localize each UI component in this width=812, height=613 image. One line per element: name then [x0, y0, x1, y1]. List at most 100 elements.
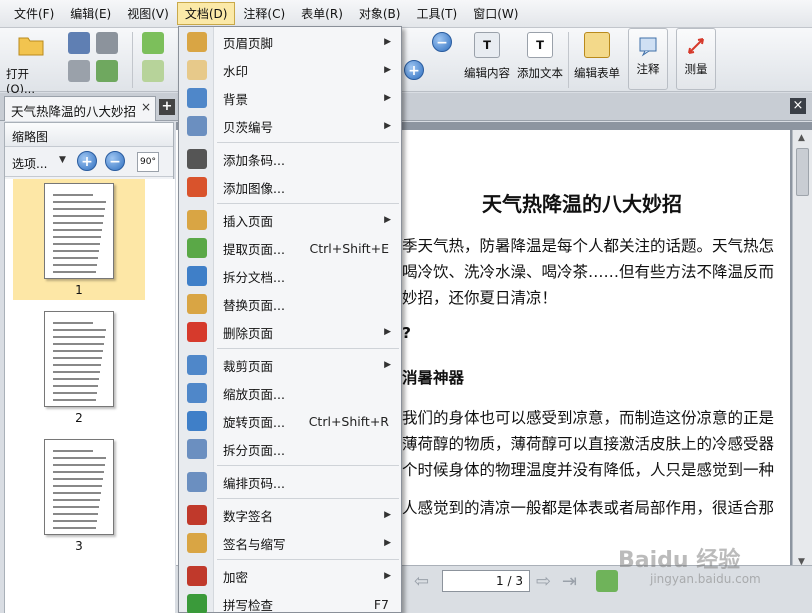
zoom-in-icon[interactable]: + — [404, 60, 424, 80]
document-text-line: 喝冷饮、洗冷水澡、喝冷茶……但有些方法不降温反而 — [402, 263, 775, 281]
menu-item[interactable]: 编排页码... — [179, 469, 403, 495]
barcode-icon — [187, 149, 207, 169]
open-button[interactable]: 打开(O)... — [6, 32, 56, 96]
menu-item[interactable]: 数字签名 ▶ — [179, 502, 403, 528]
document-text-line: 个时候身体的物理温度并没有降低，人只是感觉到一种 — [402, 461, 775, 479]
last-page-icon[interactable]: ⇥ — [562, 571, 577, 592]
menu-item[interactable]: 拼写检查 F7 — [179, 591, 403, 613]
menu-item[interactable]: 背景 ▶ — [179, 85, 403, 111]
back-icon[interactable] — [142, 32, 164, 54]
menu-item[interactable]: 拆分页面... — [179, 436, 403, 462]
sign-initial-icon — [187, 533, 207, 553]
add-text-button[interactable]: T 添加文本 — [515, 32, 565, 81]
scale-page-icon — [187, 383, 207, 403]
menu-3[interactable]: 文档(D) — [176, 2, 236, 25]
enlarge-thumbnail-icon[interactable]: + — [77, 151, 97, 171]
chevron-down-icon[interactable]: ▼ — [59, 155, 66, 165]
menu-item[interactable]: 添加条码... — [179, 146, 403, 172]
thumbnail-item[interactable]: 2 — [13, 307, 145, 428]
menu-item[interactable]: 缩放页面... — [179, 380, 403, 406]
menu-item[interactable]: 拆分文档... — [179, 263, 403, 289]
next-page-icon[interactable]: ⇨ — [536, 571, 551, 592]
menu-item[interactable]: 删除页面 ▶ — [179, 319, 403, 345]
menu-item-label: 背景 — [223, 91, 249, 107]
previous-page-icon[interactable]: ⇦ — [414, 571, 429, 592]
thumbnail-item[interactable]: 1 — [13, 179, 145, 300]
menu-8[interactable]: 窗口(W) — [465, 2, 526, 25]
thumbnail-panel: 缩略图 选项... ▼ + − 90° 1 2 3 — [4, 122, 175, 613]
thumbnail-list: 1 2 3 — [5, 179, 175, 613]
close-tab-icon[interactable]: × — [141, 100, 151, 114]
watermark-url: jingyan.baidu.com — [650, 572, 761, 586]
thumbnail-text-line — [53, 527, 96, 529]
menu-0[interactable]: 文件(F) — [6, 2, 62, 25]
menu-2[interactable]: 视图(V) — [119, 2, 177, 25]
vertical-scrollbar[interactable]: ▲ ▼ — [792, 130, 812, 570]
edit-form-icon — [584, 32, 610, 58]
menu-item-label: 旋转页面... — [223, 414, 285, 430]
menu-1[interactable]: 编辑(E) — [62, 2, 119, 25]
edit-form-button[interactable]: 编辑表单 — [572, 32, 622, 81]
shrink-thumbnail-icon[interactable]: − — [105, 151, 125, 171]
submenu-arrow-icon: ▶ — [384, 215, 391, 225]
menu-item-label: 删除页面 — [223, 325, 274, 341]
thumbnail-text-line — [53, 350, 103, 352]
scroll-up-icon[interactable]: ▲ — [798, 133, 805, 143]
page-number-field[interactable]: 1 / 3 — [442, 570, 530, 592]
thumbnail-text-line — [53, 485, 102, 487]
go-back-icon[interactable] — [596, 570, 618, 592]
save-icon[interactable] — [68, 32, 90, 54]
replace-page-icon — [187, 294, 207, 314]
edit-content-button[interactable]: T 编辑内容 — [462, 32, 512, 81]
menu-item-label: 贝茨编号 — [223, 119, 274, 135]
menu-separator — [217, 465, 399, 466]
submenu-arrow-icon: ▶ — [384, 571, 391, 581]
rotate-icon[interactable]: 90° — [137, 152, 159, 172]
menu-item[interactable]: 替换页面... — [179, 291, 403, 317]
menu-6[interactable]: 对象(B) — [351, 2, 409, 25]
thumbnail-text-line — [53, 492, 101, 494]
email-icon[interactable] — [96, 60, 118, 82]
menu-separator — [217, 142, 399, 143]
split-document-icon — [187, 266, 207, 286]
new-tab-icon[interactable]: + — [159, 99, 175, 115]
thumbnail-text-line — [53, 392, 97, 394]
menu-5[interactable]: 表单(R) — [293, 2, 351, 25]
document-tab[interactable]: 天气热降温的八大妙招 × — [4, 96, 156, 121]
menu-item[interactable]: 裁剪页面 ▶ — [179, 352, 403, 378]
scroll-thumb[interactable] — [796, 148, 809, 196]
options-dropdown[interactable]: 选项... — [12, 155, 47, 172]
menu-item[interactable]: 插入页面 ▶ — [179, 207, 403, 233]
menu-7[interactable]: 工具(T) — [408, 2, 465, 25]
forward-icon[interactable] — [142, 60, 164, 82]
menu-item[interactable]: 加密 ▶ — [179, 563, 403, 589]
menu-item[interactable]: 旋转页面... Ctrl+Shift+R — [179, 408, 403, 434]
menu-item[interactable]: 贝茨编号 ▶ — [179, 113, 403, 139]
background-icon — [187, 88, 207, 108]
menu-4[interactable]: 注释(C) — [235, 2, 293, 25]
menu-item[interactable]: 页眉页脚 ▶ — [179, 29, 403, 55]
submenu-arrow-icon: ▶ — [384, 510, 391, 520]
menu-item-label: 数字签名 — [223, 508, 274, 524]
thumbnail-text-line — [53, 478, 103, 480]
comment-button[interactable]: 注释 — [628, 28, 668, 90]
menu-item[interactable]: 提取页面... Ctrl+Shift+E — [179, 235, 403, 261]
close-document-icon[interactable]: × — [790, 98, 806, 114]
print-icon[interactable] — [68, 60, 90, 82]
insert-page-icon — [187, 210, 207, 230]
thumbnail-text-line — [53, 201, 106, 203]
document-text-line: 季天气热，防暑降温是每个人都关注的话题。天气热怎 — [402, 237, 775, 255]
menu-item[interactable]: 添加图像... — [179, 174, 403, 200]
menu-item[interactable]: 签名与缩写 ▶ — [179, 530, 403, 556]
menu-separator — [217, 498, 399, 499]
folder-icon — [18, 32, 44, 58]
measure-button[interactable]: 测量 — [676, 28, 716, 90]
scanner-icon[interactable] — [96, 32, 118, 54]
add-text-icon: T — [527, 32, 553, 58]
zoom-out-icon[interactable]: − — [432, 32, 452, 52]
thumbnail-text-line — [53, 229, 102, 231]
thumbnail-text-line — [53, 264, 97, 266]
thumbnail-text-line — [53, 520, 97, 522]
menu-item[interactable]: 水印 ▶ — [179, 57, 403, 83]
thumbnail-item[interactable]: 3 — [13, 435, 145, 556]
